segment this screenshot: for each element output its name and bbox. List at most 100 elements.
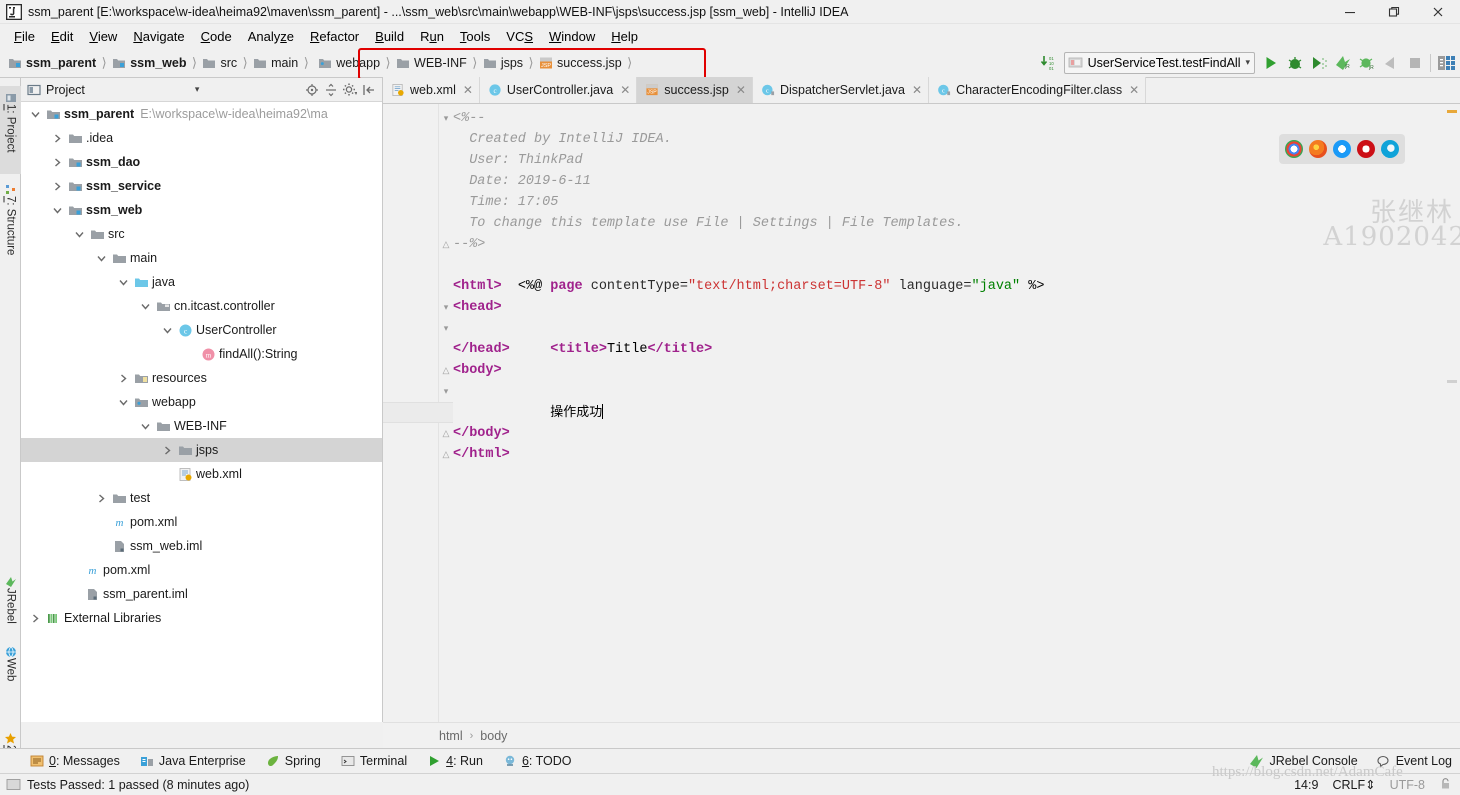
twisty-expanded-icon[interactable]	[137, 294, 154, 318]
bottom-button-messages[interactable]: 0: Messages	[30, 754, 120, 768]
tree-row-src[interactable]: src	[21, 222, 382, 246]
breadcrumb-item-webapp[interactable]: webapp	[316, 52, 382, 74]
menu-refactor[interactable]: Refactor	[302, 27, 367, 46]
stop-button[interactable]	[1403, 51, 1427, 75]
tree-row-ssm-dao[interactable]: ssm_dao	[21, 150, 382, 174]
tree-row-java[interactable]: java	[21, 270, 382, 294]
twisty-collapsed-icon[interactable]	[27, 606, 44, 630]
menu-edit[interactable]: Edit	[43, 27, 81, 46]
locate-target-icon[interactable]	[302, 80, 321, 100]
twisty-collapsed-icon[interactable]	[115, 366, 132, 390]
attach-profiler-button[interactable]	[1379, 51, 1403, 75]
code-editor[interactable]: 1 2 3 4 5 6 7 8 9 10 11 12 13 14 15 16 1…	[383, 104, 1460, 722]
code-text-area[interactable]: <%-- Created by IntelliJ IDEA. User: Thi…	[453, 104, 1460, 722]
maximize-restore-button[interactable]	[1372, 0, 1416, 24]
twisty-collapsed-icon[interactable]	[159, 438, 176, 462]
edge-icon[interactable]	[1381, 140, 1399, 158]
debug-button[interactable]	[1283, 51, 1307, 75]
twisty-expanded-icon[interactable]	[27, 102, 44, 126]
sidebar-item-project[interactable]: 1: Project	[0, 86, 21, 174]
menu-window[interactable]: Window	[541, 27, 603, 46]
tree-row-ssm-parent-iml[interactable]: ssm_parent.iml	[21, 582, 382, 606]
run-with-coverage-button[interactable]	[1307, 51, 1331, 75]
hide-panel-icon[interactable]	[359, 80, 378, 100]
tab-web-xml[interactable]: web.xml ✕	[383, 77, 480, 103]
twisty-collapsed-icon[interactable]	[49, 174, 66, 198]
menu-navigate[interactable]: Navigate	[125, 27, 192, 46]
menu-help[interactable]: Help	[603, 27, 646, 46]
menu-analyze[interactable]: Analyze	[240, 27, 302, 46]
menu-view[interactable]: View	[81, 27, 125, 46]
tree-row-main[interactable]: main	[21, 246, 382, 270]
twisty-collapsed-icon[interactable]	[49, 126, 66, 150]
tree-row-ssm-parent[interactable]: ssm_parent E:\workspace\w-idea\heima92\m…	[21, 102, 382, 126]
opera-icon[interactable]	[1357, 140, 1375, 158]
twisty-expanded-icon[interactable]	[71, 222, 88, 246]
jrebel-debug-button[interactable]: jR	[1355, 51, 1379, 75]
fold-marker-icon[interactable]: △	[441, 360, 451, 381]
tree-row-package-controller[interactable]: cn.itcast.controller	[21, 294, 382, 318]
close-icon[interactable]: ✕	[912, 83, 922, 97]
settings-gear-icon[interactable]: ▾	[340, 80, 359, 100]
jrebel-run-button[interactable]: jR	[1331, 51, 1355, 75]
close-icon[interactable]: ✕	[1129, 83, 1139, 97]
tree-row-webapp[interactable]: webapp	[21, 390, 382, 414]
close-icon[interactable]: ✕	[463, 83, 473, 97]
tab-characterencodingfilter-class[interactable]: c CharacterEncodingFilter.class ✕	[929, 77, 1147, 103]
editor-breadcrumb-item[interactable]: html	[439, 729, 463, 743]
tree-row-pom-xml-parent[interactable]: m pom.xml	[21, 558, 382, 582]
menu-code[interactable]: Code	[193, 27, 240, 46]
tree-row-pom-xml-web[interactable]: m pom.xml	[21, 510, 382, 534]
fold-marker-icon[interactable]: △	[441, 444, 451, 465]
breadcrumb-item-src[interactable]: src	[200, 52, 239, 74]
menu-vcs[interactable]: VCS	[498, 27, 541, 46]
twisty-expanded-icon[interactable]	[159, 318, 176, 342]
bottom-button-java-enterprise[interactable]: Java Enterprise	[140, 754, 246, 768]
sidebar-item-web[interactable]: Web	[0, 640, 21, 694]
tree-row-test[interactable]: test	[21, 486, 382, 510]
tree-row-ssm-web-iml[interactable]: ssm_web.iml	[21, 534, 382, 558]
tab-usercontroller-java[interactable]: c UserController.java ✕	[479, 77, 638, 103]
bottom-button-run[interactable]: 4: Run	[427, 754, 483, 768]
menu-file[interactable]: File	[6, 27, 43, 46]
firefox-icon[interactable]	[1309, 140, 1327, 158]
run-button[interactable]	[1259, 51, 1283, 75]
tab-success-jsp[interactable]: JSP success.jsp ✕	[637, 77, 753, 103]
tree-row-jsps[interactable]: jsps	[21, 438, 382, 462]
sidebar-item-jrebel[interactable]: JRebel	[0, 570, 21, 636]
twisty-collapsed-icon[interactable]	[49, 150, 66, 174]
twisty-expanded-icon[interactable]	[49, 198, 66, 222]
minimize-button[interactable]	[1328, 0, 1372, 24]
close-icon[interactable]: ✕	[736, 83, 746, 97]
breadcrumb-item-web-inf[interactable]: WEB-INF	[394, 52, 469, 74]
fold-marker-icon[interactable]: △	[441, 234, 451, 255]
breadcrumb-item-jsps[interactable]: jsps	[481, 52, 525, 74]
tree-row-user-controller[interactable]: c UserController	[21, 318, 382, 342]
fold-marker-icon[interactable]: ▾	[441, 297, 451, 318]
bottom-button-terminal[interactable]: Terminal	[341, 754, 407, 768]
browser-launcher-toolbar[interactable]	[1279, 134, 1405, 164]
editor-breadcrumb-item[interactable]: body	[480, 729, 507, 743]
chrome-icon[interactable]	[1285, 140, 1303, 158]
fold-marker-icon[interactable]: ▾	[441, 381, 451, 402]
breadcrumb-item-ssm-web[interactable]: ssm_web	[110, 52, 188, 74]
tree-row-external-libraries[interactable]: External Libraries	[21, 606, 382, 630]
project-tree[interactable]: ssm_parent E:\workspace\w-idea\heima92\m…	[21, 102, 382, 722]
tree-row-idea[interactable]: .idea	[21, 126, 382, 150]
fold-marker-icon[interactable]: ▾	[441, 108, 451, 129]
chevron-down-icon[interactable]: ▾	[1245, 57, 1250, 68]
expand-collapse-icon[interactable]	[321, 80, 340, 100]
tab-dispatcherservlet-java[interactable]: c DispatcherServlet.java ✕	[752, 77, 930, 103]
twisty-expanded-icon[interactable]	[93, 246, 110, 270]
editor-marker[interactable]	[1447, 110, 1457, 113]
run-configuration-selector[interactable]: UserServiceTest.testFindAll ▾	[1063, 51, 1255, 74]
tree-row-method-findall[interactable]: m findAll():String	[21, 342, 382, 366]
twisty-expanded-icon[interactable]	[115, 270, 132, 294]
sidebar-item-structure[interactable]: 7: Structure	[0, 178, 21, 278]
twisty-expanded-icon[interactable]	[115, 390, 132, 414]
tree-row-ssm-service[interactable]: ssm_service	[21, 174, 382, 198]
download-artifacts-icon[interactable]: 01 10 01	[1036, 51, 1060, 75]
fold-marker-icon[interactable]: △	[441, 423, 451, 444]
close-button[interactable]	[1416, 0, 1460, 24]
twisty-expanded-icon[interactable]	[137, 414, 154, 438]
